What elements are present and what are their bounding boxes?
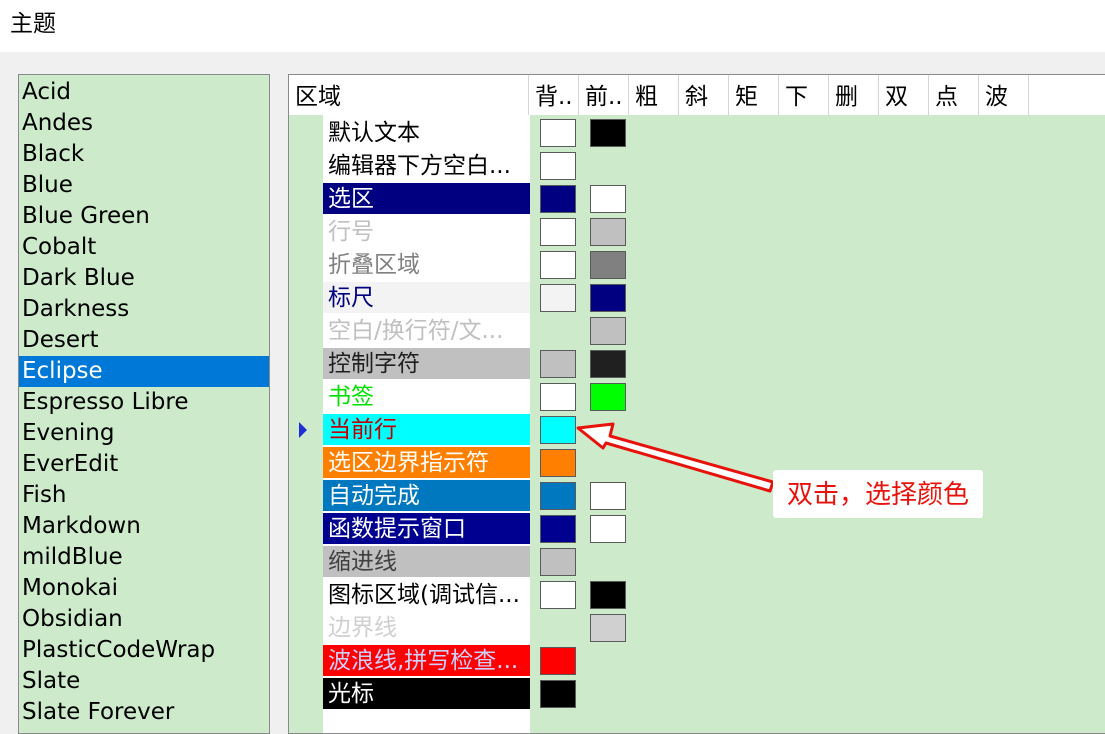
annotation-callout: 双击，选择颜色	[773, 470, 983, 518]
annotation-arrow	[576, 422, 775, 493]
